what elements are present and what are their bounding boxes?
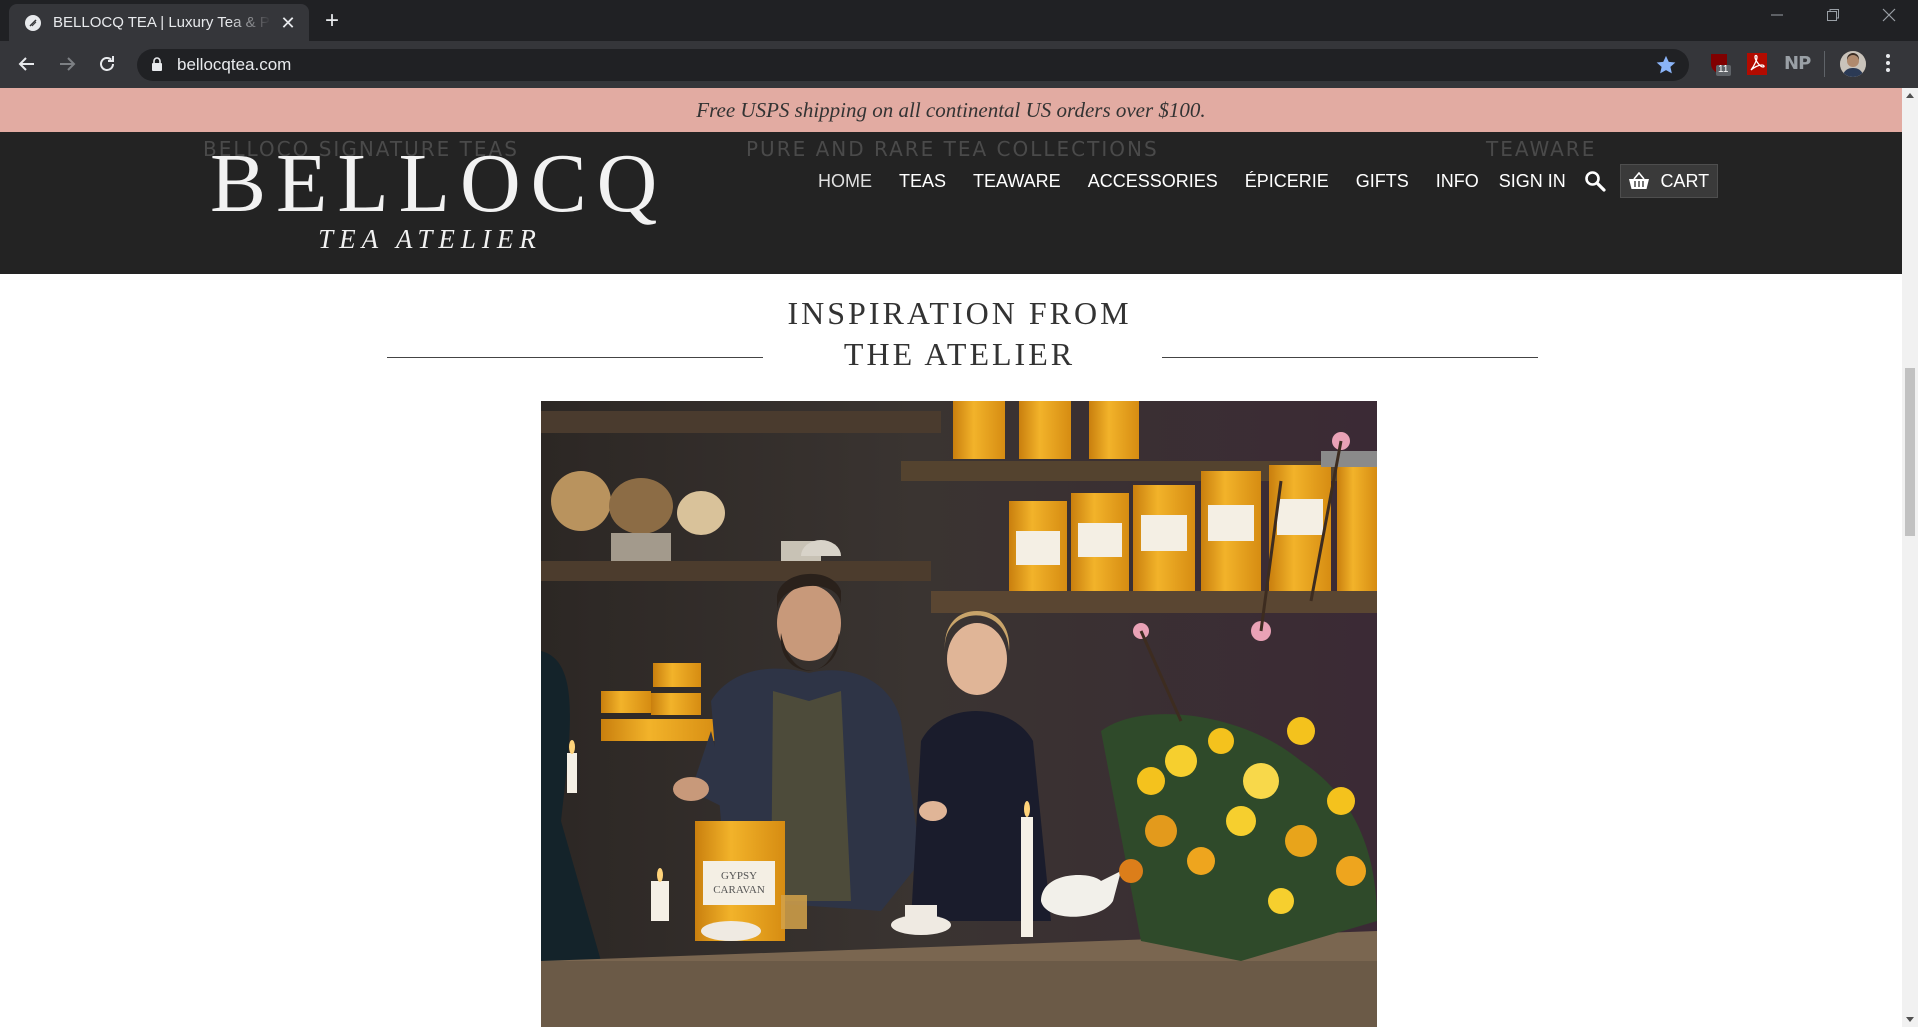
profile-avatar[interactable]	[1840, 51, 1866, 77]
promo-text: Free USPS shipping on all continental US…	[696, 98, 1206, 122]
reload-icon[interactable]	[95, 52, 119, 76]
cart-label: CART	[1660, 170, 1710, 191]
search-icon[interactable]	[1584, 170, 1606, 192]
site-header: BELLOCQ SIGNATURE TEAS PURE AND RARE TEA…	[0, 132, 1902, 274]
logo-tagline: TEA ATELIER	[318, 224, 542, 254]
nav-epicerie[interactable]: ÉPICERIE	[1245, 171, 1329, 192]
shelf-tins-top	[953, 401, 1139, 459]
close-window-icon[interactable]	[1882, 8, 1896, 27]
submenu-teaware[interactable]: TEAWARE	[1486, 137, 1596, 161]
nav-home[interactable]: HOME	[818, 171, 872, 192]
atelier-hero-image[interactable]: GYPSY CARAVAN	[541, 401, 1377, 1027]
browser-tab-strip: BELLOCQ TEA | Luxury Tea & Premium Loose…	[0, 0, 1918, 41]
basket-icon	[1629, 172, 1650, 189]
tin-label-line-2: CARAVAN	[713, 884, 765, 896]
restore-icon[interactable]	[1826, 8, 1840, 27]
lock-icon	[151, 57, 163, 77]
pdf-extension-icon[interactable]	[1746, 52, 1768, 81]
nav-sign-in[interactable]: SIGN IN	[1499, 171, 1566, 192]
heading-rule-left	[387, 357, 763, 358]
bookmark-star-icon[interactable]	[1655, 54, 1677, 81]
back-icon[interactable]	[15, 52, 39, 76]
heading-rule-right	[1162, 357, 1538, 358]
scroll-up-arrow-icon[interactable]	[1906, 93, 1914, 98]
site-favicon-icon	[25, 14, 41, 31]
tin-label-line-1: GYPSY	[721, 870, 757, 882]
minimize-icon[interactable]	[1770, 8, 1784, 27]
heading-line-2: THE ATELIER	[843, 336, 1076, 372]
browser-toolbar: bellocqtea.com 11 NP	[0, 41, 1918, 88]
np-extension-icon[interactable]: NP	[1784, 53, 1811, 74]
main-nav: HOME TEAS TEAWARE ACCESSORIES ÉPICERIE G…	[818, 164, 1718, 198]
tab-title: BELLOCQ TEA | Luxury Tea & Premium Loose…	[53, 14, 271, 31]
scroll-down-arrow-icon[interactable]	[1906, 1017, 1914, 1022]
nav-gifts[interactable]: GIFTS	[1356, 171, 1409, 192]
nav-teaware[interactable]: TEAWARE	[973, 171, 1061, 192]
forward-icon[interactable]	[55, 52, 79, 76]
browser-menu-icon[interactable]	[1886, 54, 1890, 75]
cart-button[interactable]: CART	[1619, 164, 1718, 198]
tab-close-icon[interactable]: ✕	[279, 14, 297, 32]
submenu-pure-rare[interactable]: PURE AND RARE TEA COLLECTIONS	[746, 137, 1159, 161]
new-tab-icon[interactable]: +	[325, 9, 339, 33]
nav-teas[interactable]: TEAS	[899, 171, 946, 192]
ublock-badge: 11	[1718, 64, 1729, 75]
promo-banner: Free USPS shipping on all continental US…	[0, 88, 1902, 132]
url-text: bellocqtea.com	[177, 55, 292, 74]
ublock-extension-icon[interactable]: 11	[1708, 52, 1732, 83]
nav-info[interactable]: INFO	[1436, 171, 1479, 192]
scrollbar-thumb[interactable]	[1905, 368, 1915, 536]
inspiration-heading: INSPIRATION FROM THE ATELIER	[387, 293, 1538, 375]
logo-wordmark: BELLOCQ	[210, 137, 668, 230]
page-scrollbar[interactable]	[1902, 88, 1918, 1027]
heading-line-1: INSPIRATION FROM	[787, 295, 1132, 331]
nav-accessories[interactable]: ACCESSORIES	[1088, 171, 1218, 192]
browser-tab[interactable]: BELLOCQ TEA | Luxury Tea & Premium Loose…	[9, 4, 309, 41]
bellocq-logo[interactable]: BELLOCQ TEA ATELIER	[210, 136, 668, 256]
toolbar-divider	[1824, 51, 1825, 77]
address-bar[interactable]: bellocqtea.com	[137, 49, 1689, 81]
page-viewport: Free USPS shipping on all continental US…	[0, 88, 1902, 1027]
